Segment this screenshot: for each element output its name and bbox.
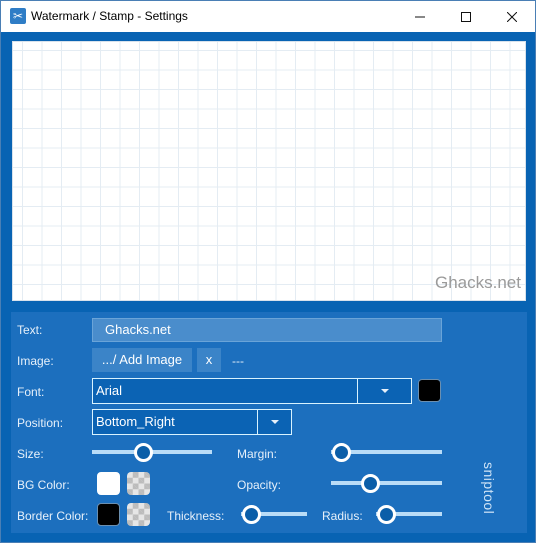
brand-label: sniptool: [481, 462, 497, 515]
bg-color-label: BG Color:: [17, 478, 70, 492]
slider-thumb[interactable]: [361, 474, 381, 493]
window-title: Watermark / Stamp - Settings: [31, 9, 188, 23]
settings-panel: Text: Ghacks.net Image: .../ Add Image x…: [11, 312, 527, 533]
image-value: ---: [232, 354, 244, 368]
font-label: Font:: [17, 385, 45, 399]
opacity-label: Opacity:: [237, 478, 282, 492]
chevron-down-icon: [270, 420, 279, 424]
bg-transparent-swatch[interactable]: [127, 472, 150, 495]
text-label: Text:: [17, 323, 43, 337]
position-value: Bottom_Right: [96, 414, 175, 429]
position-select[interactable]: Bottom_Right: [92, 409, 292, 435]
margin-label: Margin:: [237, 447, 278, 461]
maximize-icon: [461, 11, 471, 22]
radius-label: Radius:: [322, 509, 363, 523]
minimize-button[interactable]: [397, 1, 443, 32]
watermark-preview-text: Ghacks.net: [435, 273, 521, 292]
add-image-button[interactable]: .../ Add Image: [92, 348, 192, 372]
size-slider[interactable]: [92, 442, 212, 462]
border-color-label: Border Color:: [17, 509, 89, 523]
scissors-icon: ✂: [10, 8, 26, 24]
image-label: Image:: [17, 354, 54, 368]
chevron-down-icon: [380, 389, 389, 393]
font-color-swatch[interactable]: [418, 379, 441, 402]
thickness-label: Thickness:: [167, 509, 225, 523]
border-transparent-swatch[interactable]: [127, 503, 150, 526]
close-icon: [507, 11, 517, 22]
bg-color-swatch[interactable]: [97, 472, 120, 495]
slider-thumb[interactable]: [377, 505, 396, 524]
minimize-icon: [415, 16, 425, 17]
slider-thumb[interactable]: [332, 443, 351, 462]
slider-thumb[interactable]: [134, 443, 153, 462]
font-select[interactable]: Arial: [92, 378, 412, 404]
size-label: Size:: [17, 447, 44, 461]
clear-image-button[interactable]: x: [197, 348, 221, 372]
title-bar[interactable]: ✂ Watermark / Stamp - Settings: [1, 1, 535, 32]
settings-window: ✂ Watermark / Stamp - Settings Ghacks.ne…: [0, 0, 536, 543]
margin-slider[interactable]: [331, 442, 442, 462]
preview-canvas: Ghacks.net: [12, 41, 526, 301]
border-color-swatch[interactable]: [97, 503, 120, 526]
opacity-slider[interactable]: [331, 473, 442, 493]
font-dropdown-button[interactable]: [357, 379, 411, 403]
thickness-slider[interactable]: [241, 504, 307, 524]
text-input[interactable]: Ghacks.net: [92, 318, 442, 342]
slider-track: [331, 481, 442, 485]
close-button[interactable]: [489, 1, 535, 32]
position-label: Position:: [17, 416, 64, 430]
position-dropdown-button[interactable]: [257, 410, 291, 434]
font-value: Arial: [96, 383, 123, 398]
radius-slider[interactable]: [376, 504, 442, 524]
maximize-button[interactable]: [443, 1, 489, 32]
slider-thumb[interactable]: [242, 505, 261, 524]
